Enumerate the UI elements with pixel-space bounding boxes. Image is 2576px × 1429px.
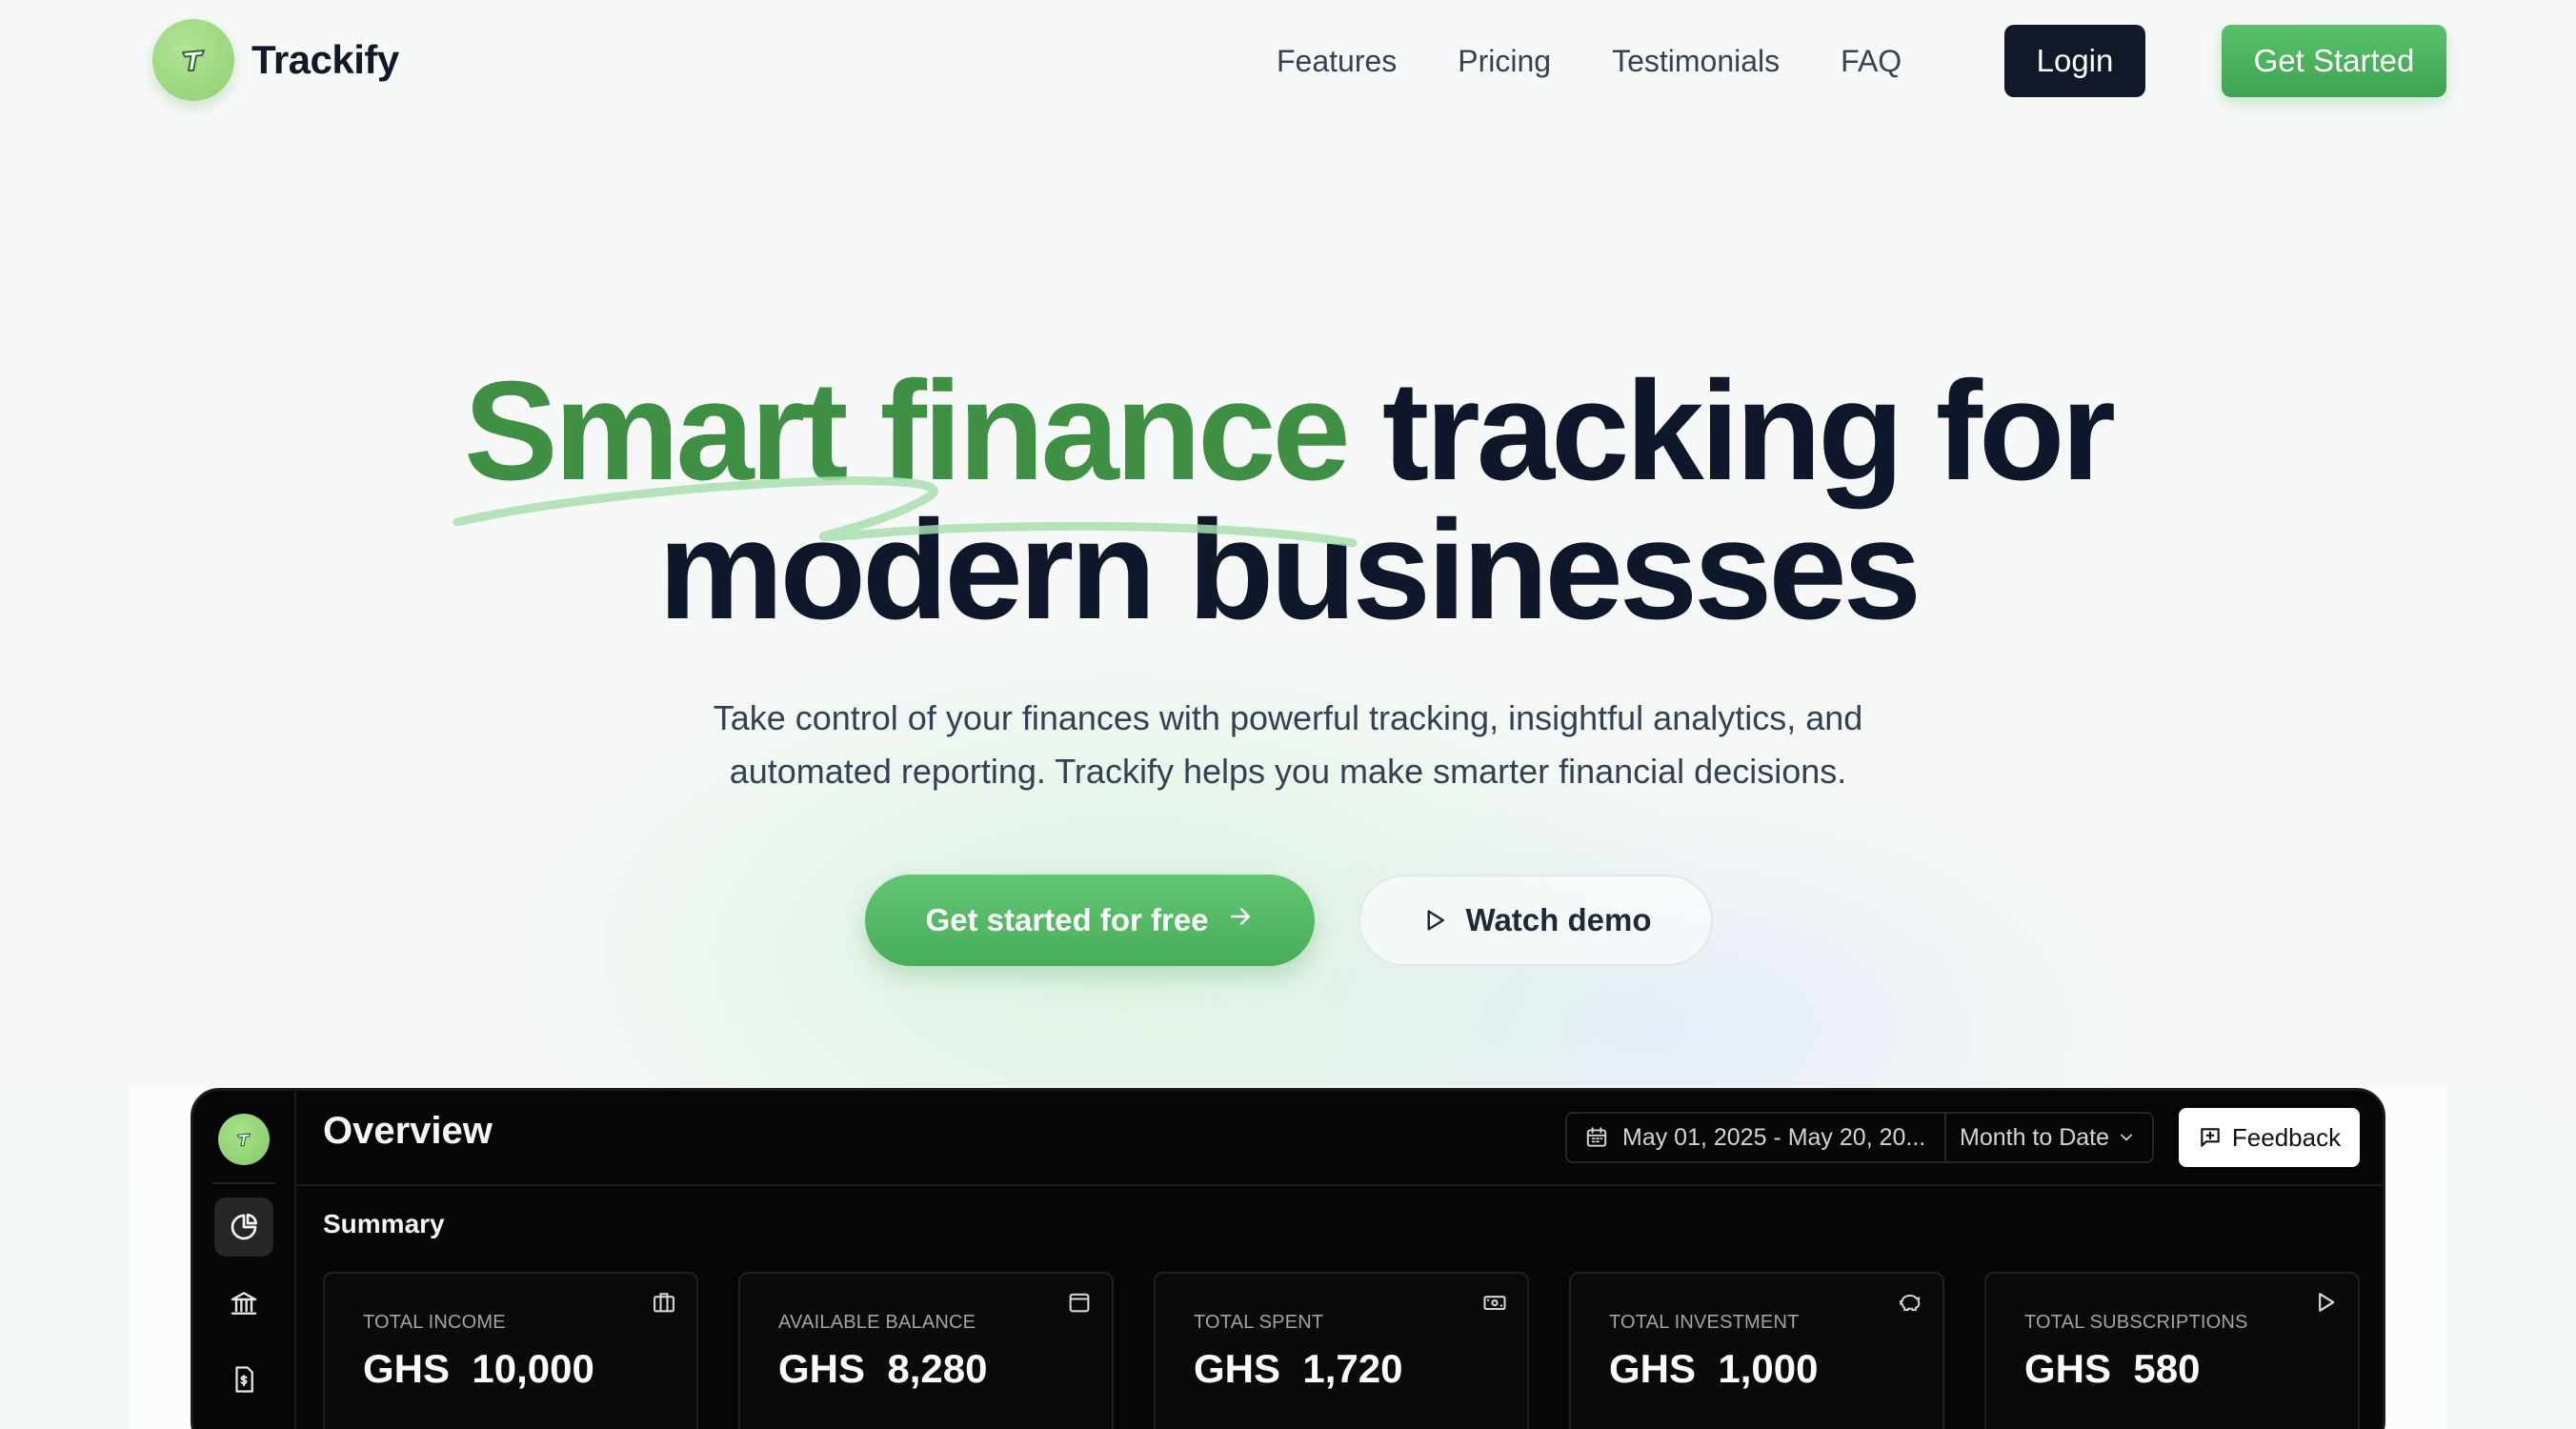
sidebar-item-overview[interactable] [214,1198,273,1257]
feedback-label: Feedback [2231,1122,2342,1152]
get-started-button[interactable]: Get Started [2222,25,2446,97]
card-value: GHS 1,000 [1609,1346,1819,1391]
hero-title-line1-rest: tracking for [1346,352,2116,510]
top-nav: Trackify Features Pricing Testimonials F… [0,0,2576,120]
get-started-free-label: Get started for free [925,902,1209,937]
bank-icon [229,1288,259,1318]
card-value: GHS 8,280 [778,1346,988,1391]
play-icon [1420,906,1449,935]
trackify-logo-icon [152,19,234,101]
arrow-right-icon [1226,902,1255,938]
summary-heading: Summary [323,1209,445,1238]
watch-demo-label: Watch demo [1465,902,1652,937]
message-plus-icon [2198,1125,2223,1150]
summary-card-total-spent[interactable]: TOTAL SPENT GHS 1,720 [1154,1272,1529,1429]
hero-subtitle-line2: automated reporting. Trackify helps you … [729,752,1847,791]
card-label: TOTAL SUBSCRIPTIONS [2024,1312,2248,1333]
calendar-icon [1584,1125,1609,1150]
piggy-bank-icon [1897,1289,1923,1316]
nav-link-faq[interactable]: FAQ [1841,44,1902,79]
brand[interactable]: Trackify [152,19,399,101]
feedback-button[interactable]: Feedback [2179,1108,2360,1167]
summary-card-total-subscriptions[interactable]: TOTAL SUBSCRIPTIONS GHS 580 [1984,1272,2360,1429]
card-value: GHS 10,000 [363,1346,594,1391]
invoice-icon [230,1365,258,1394]
dashboard-preview: Overview May 01, 2025 - May 20, 20... Mo… [191,1088,2385,1429]
card-label: TOTAL SPENT [1194,1312,1324,1333]
summary-card-total-income[interactable]: TOTAL INCOME GHS 10,000 [323,1272,698,1429]
period-select-value: Month to Date [1960,1123,2110,1151]
nav-link-features[interactable]: Features [1277,44,1397,79]
card-label: AVAILABLE BALANCE [778,1312,976,1333]
nav-link-pricing[interactable]: Pricing [1458,44,1551,79]
login-button[interactable]: Login [2004,25,2145,97]
summary-card-total-investment[interactable]: TOTAL INVESTMENT GHS 1,000 [1569,1272,1944,1429]
banknote-icon [1481,1289,1508,1316]
chevron-down-icon [2117,1128,2136,1147]
card-value: GHS 1,720 [1194,1346,1403,1391]
wallet-icon [1066,1289,1093,1316]
trackify-logo-icon [218,1114,270,1165]
hero-underline-scribble [453,476,1358,548]
date-range-value: May 01, 2025 - May 20, 20... [1622,1123,1926,1151]
watch-demo-button[interactable]: Watch demo [1358,875,1713,966]
card-label: TOTAL INVESTMENT [1609,1312,1800,1333]
sidebar-item-accounts[interactable] [214,1274,273,1333]
play-icon [2312,1289,2339,1316]
summary-card-available-balance[interactable]: AVAILABLE BALANCE GHS 8,280 [738,1272,1114,1429]
briefcase-icon [651,1289,677,1316]
nav-link-testimonials[interactable]: Testimonials [1612,44,1780,79]
brand-name: Trackify [252,37,399,82]
sidebar-item-invoices[interactable] [214,1350,273,1409]
dashboard-sidebar [193,1091,296,1429]
card-label: TOTAL INCOME [363,1312,506,1333]
hero-subtitle-line1: Take control of your finances with power… [713,698,1863,737]
card-value: GHS 580 [2024,1346,2201,1391]
get-started-free-button[interactable]: Get started for free [865,875,1315,966]
period-select[interactable]: Month to Date [1946,1112,2154,1163]
dashboard-title: Overview [323,1110,493,1152]
pie-chart-icon [229,1212,259,1242]
hero-subtitle: Take control of your finances with power… [0,692,2576,798]
dashboard-header-divider [296,1184,2383,1186]
date-range-picker[interactable]: May 01, 2025 - May 20, 20... [1565,1112,1946,1163]
nav-links: Features Pricing Testimonials FAQ [1277,25,1947,97]
sidebar-divider [212,1182,275,1184]
